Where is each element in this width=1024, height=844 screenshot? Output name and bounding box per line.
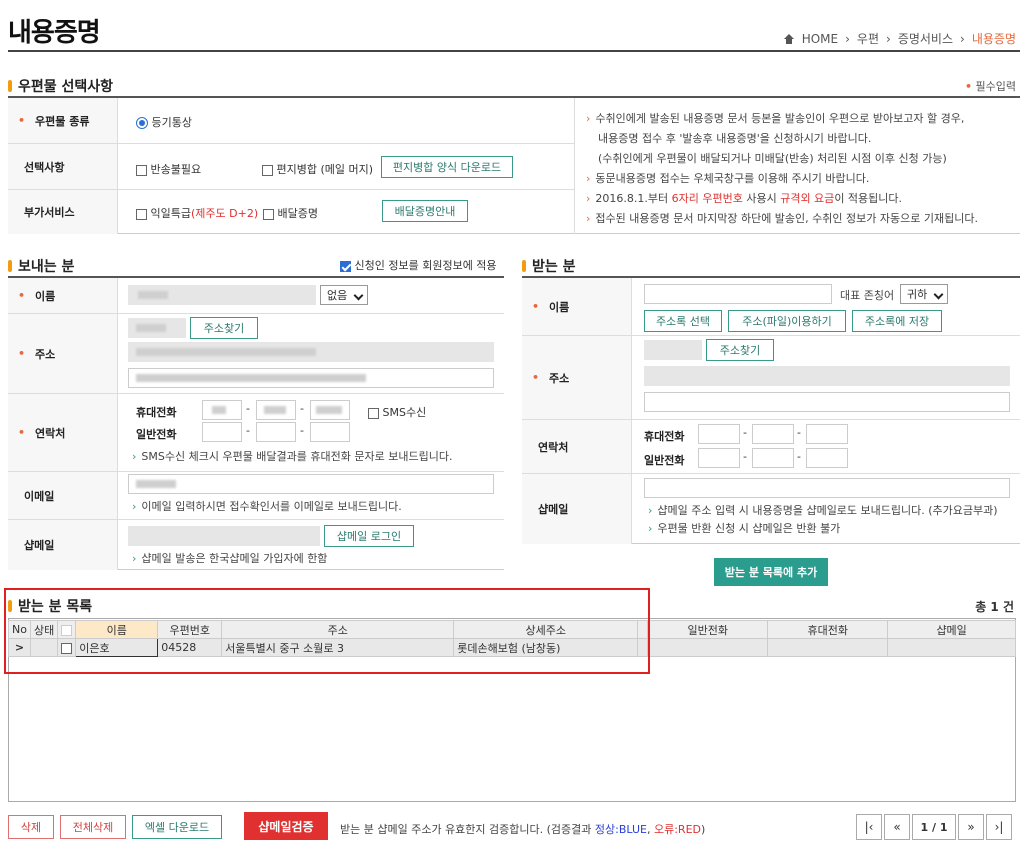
- receiver-zip-input[interactable]: [644, 340, 702, 360]
- title-divider: [8, 50, 1020, 52]
- receiver-phone-2[interactable]: [752, 448, 794, 468]
- list-total: 총 1 건: [975, 600, 1014, 614]
- home-icon: [783, 33, 795, 44]
- select-all-checkbox[interactable]: [57, 620, 77, 639]
- breadcrumb: HOME › 우편 › 증명서비스 › 내용증명: [783, 30, 1016, 47]
- sms-checkbox[interactable]: SMS수신: [368, 404, 426, 420]
- delete-button[interactable]: 삭제: [8, 815, 54, 839]
- info-3: › 2016.8.1.부터 6자리 우편번호 사용시 규격외 요금이 적용됩니다.: [586, 192, 903, 205]
- section-title-list: 받는 분 목록: [8, 596, 92, 616]
- breadcrumb-post[interactable]: 우편: [857, 30, 879, 47]
- info-1: › 수취인에게 발송된 내용증명 문서 등본을 발송인이 우편으로 받아보고자 할…: [586, 112, 965, 125]
- required-legend: • 필수입력: [964, 80, 1016, 93]
- info-4: › 접수된 내용증명 문서 마지막장 하단에 발송인, 수취인 정보가 자동으로 …: [586, 212, 978, 225]
- sender-email-input[interactable]: [128, 474, 494, 494]
- info-2: › 동문내용증명 접수는 우체국창구를 이용해 주시기 바랍니다.: [586, 172, 870, 185]
- receiver-shopmail-input[interactable]: [644, 478, 1010, 498]
- prev-page-button[interactable]: «: [884, 814, 910, 840]
- sender-phone-1[interactable]: [202, 422, 242, 442]
- sender-shopmail-input[interactable]: [128, 526, 320, 546]
- page-title: 내용증명: [8, 18, 101, 48]
- shopmail-verify-button[interactable]: 샵메일검증: [244, 812, 328, 840]
- address-file-button[interactable]: 주소(파일)이용하기: [728, 310, 846, 332]
- last-page-button[interactable]: ›|: [986, 814, 1012, 840]
- breadcrumb-cert[interactable]: 증명서비스: [898, 30, 953, 47]
- row-mail-type: • 우편물 종류 등기통상: [8, 98, 574, 144]
- section-title-receiver: 받는 분: [522, 256, 576, 276]
- sender-suffix-select[interactable]: 없음: [320, 285, 368, 305]
- check-express[interactable]: 익일특급(제주도 D+2): [136, 205, 258, 221]
- receiver-honorific-select[interactable]: 귀하: [900, 284, 948, 304]
- table-row[interactable]: > 이은호 04528 서울특별시 중구 소월로 3 롯데손해보험 (남창동): [8, 638, 1016, 657]
- receiver-phone-3[interactable]: [806, 448, 848, 468]
- receiver-address-search-button[interactable]: 주소찾기: [706, 339, 774, 361]
- verify-note: 받는 분 샵메일 주소가 유효한지 검증합니다. (검증결과 정상:BLUE, …: [340, 823, 706, 836]
- info-1b: 내용증명 접수 후 '발송후 내용증명'을 신청하시기 바랍니다.: [598, 132, 872, 145]
- section-title-sender: 보내는 분: [8, 256, 74, 276]
- receiver-phone-1[interactable]: [698, 448, 740, 468]
- radio-icon: [136, 117, 148, 129]
- receiver-table: • 이름 대표 존칭어 귀하 주소록 선택 주소(파일)이용하기 주소록에 저장 …: [522, 276, 1020, 544]
- row-checkbox[interactable]: [57, 638, 77, 657]
- shopmail-login-button[interactable]: 샵메일 로그인: [324, 525, 414, 547]
- excel-download-button[interactable]: 엑셀 다운로드: [132, 815, 222, 839]
- check-no-return[interactable]: 반송불필요: [136, 161, 201, 177]
- first-page-button[interactable]: |‹: [856, 814, 882, 840]
- delivery-cert-guide-button[interactable]: 배달증명안내: [382, 200, 468, 222]
- address-book-save-button[interactable]: 주소록에 저장: [852, 310, 942, 332]
- check-mail-merge[interactable]: 편지병합 (메일 머지): [262, 161, 373, 177]
- add-to-list-button[interactable]: 받는 분 목록에 추가: [714, 558, 828, 586]
- sync-member-info-checkbox[interactable]: 신청인 정보를 회원정보에 적용: [340, 257, 497, 273]
- sender-phone-2[interactable]: [256, 422, 296, 442]
- receiver-mobile-2[interactable]: [752, 424, 794, 444]
- merge-template-download-button[interactable]: 편지병합 양식 다운로드: [381, 156, 513, 178]
- sender-table: • 이름 없음 • 주소 주소찾기 • 연락처 휴대전화 - - SMS수신 일반전화…: [8, 276, 504, 570]
- address-book-select-button[interactable]: 주소록 선택: [644, 310, 722, 332]
- sender-address-search-button[interactable]: 주소찾기: [190, 317, 258, 339]
- row-extra-service: 부가서비스 익일특급(제주도 D+2) 배달증명 배달증명안내: [8, 190, 574, 234]
- sender-phone-3[interactable]: [310, 422, 350, 442]
- info-1c: (수취인에게 우편물이 배달되거나 미배달(반송) 처리된 시점 이후 신청 가…: [598, 152, 947, 165]
- receiver-address-detail-input[interactable]: [644, 392, 1010, 412]
- check-delivery-cert[interactable]: 배달증명: [263, 205, 318, 221]
- breadcrumb-current: 내용증명: [971, 32, 1016, 46]
- next-page-button[interactable]: »: [958, 814, 984, 840]
- receiver-address-input[interactable]: [644, 366, 1010, 386]
- radio-registered[interactable]: 등기통상: [136, 114, 192, 130]
- receiver-list-table: No 상태 이름 우편번호 주소 상세주소 일반전화 휴대전화 샵메일 > 이은…: [8, 620, 1016, 657]
- section-title-mail: 우편물 선택사항: [8, 76, 113, 96]
- receiver-mobile-3[interactable]: [806, 424, 848, 444]
- receiver-name-input[interactable]: [644, 284, 832, 304]
- row-options: 선택사항 반송불필요 편지병합 (메일 머지) 편지병합 양식 다운로드: [8, 144, 574, 190]
- delete-all-button[interactable]: 전체삭제: [60, 815, 126, 839]
- breadcrumb-home[interactable]: HOME: [802, 32, 838, 46]
- receiver-mobile-1[interactable]: [698, 424, 740, 444]
- page-indicator: 1 / 1: [912, 814, 956, 840]
